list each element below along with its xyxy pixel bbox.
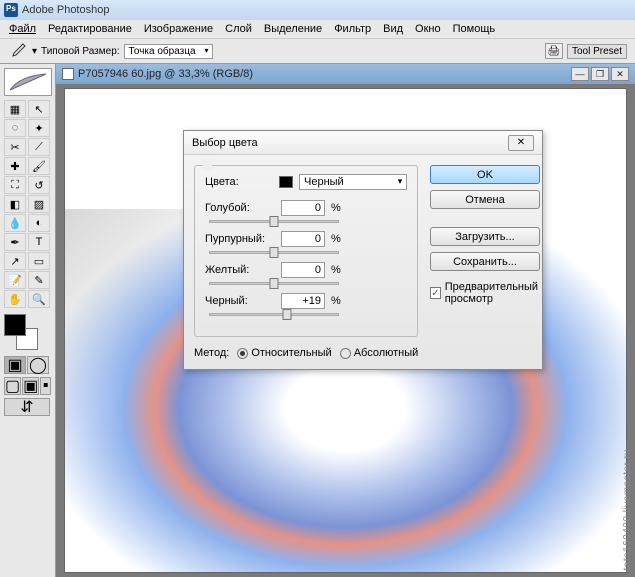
eyedropper-tool-icon[interactable]: [8, 42, 28, 60]
cyan-input[interactable]: [281, 200, 325, 216]
yellow-label: Желтый:: [205, 264, 275, 276]
method-absolute-radio[interactable]: Абсолютный: [340, 347, 419, 359]
toolbox: ▦ ↖ ◌ ✦ ✂ ⟋ ✚ 🖌 ⛶ ↺ ◧ ▨ 💧 ◐ ✒ T ↗ ▭ 📝 ✎ …: [0, 64, 56, 577]
dialog-close-button[interactable]: ✕: [508, 135, 534, 151]
magenta-label: Пурпурный:: [205, 233, 275, 245]
brush-tool[interactable]: 🖌: [28, 157, 50, 175]
menu-view[interactable]: Вид: [378, 23, 408, 35]
method-relative-radio[interactable]: Относительный: [237, 347, 331, 359]
wand-tool[interactable]: ✦: [28, 119, 50, 137]
current-tool-preview: [4, 68, 52, 96]
dodge-tool[interactable]: ◐: [28, 214, 50, 232]
document-icon: [62, 68, 74, 80]
pen-tool[interactable]: ✒: [4, 233, 26, 251]
app-titlebar: Adobe Photoshop: [0, 0, 635, 20]
tool-preset-button[interactable]: Tool Preset: [567, 44, 627, 59]
black-input[interactable]: [281, 293, 325, 309]
menu-select[interactable]: Выделение: [259, 23, 327, 35]
crop-tool[interactable]: ✂: [4, 138, 26, 156]
move-tool[interactable]: ▦: [4, 100, 26, 118]
jump-to-button[interactable]: ⇵: [4, 398, 50, 416]
close-button[interactable]: ✕: [611, 67, 629, 81]
cancel-button[interactable]: Отмена: [430, 190, 539, 209]
black-label: Черный:: [205, 295, 275, 307]
sample-mode-dropdown[interactable]: Точка образца▾: [124, 44, 213, 59]
healing-tool[interactable]: ✚: [4, 157, 26, 175]
black-slider[interactable]: [209, 313, 339, 316]
menu-image[interactable]: Изображение: [139, 23, 218, 35]
foreground-color[interactable]: [4, 314, 26, 336]
save-button[interactable]: Сохранить...: [430, 252, 539, 271]
maximize-button[interactable]: ❐: [591, 67, 609, 81]
load-button[interactable]: Загрузить...: [430, 227, 539, 246]
color-swatches[interactable]: [4, 314, 44, 350]
print-icon[interactable]: 🖨: [545, 43, 563, 59]
path-tool[interactable]: ↗: [4, 252, 26, 270]
menu-layer[interactable]: Слой: [220, 23, 257, 35]
menu-filter[interactable]: Фильтр: [329, 23, 376, 35]
eraser-tool[interactable]: ◧: [4, 195, 26, 213]
menu-file[interactable]: Файл: [4, 23, 41, 35]
standard-mode-button[interactable]: ▣: [4, 356, 26, 374]
color-swatch-icon: [279, 176, 293, 188]
history-brush-tool[interactable]: ↺: [28, 176, 50, 194]
method-label: Метод:: [194, 347, 229, 359]
yellow-slider[interactable]: [209, 282, 339, 285]
watermark: tata160400.livemaster.ru: [622, 449, 633, 571]
magenta-input[interactable]: [281, 231, 325, 247]
shape-tool[interactable]: ▭: [28, 252, 50, 270]
preview-checkbox[interactable]: ✓: [430, 287, 440, 299]
colors-dropdown[interactable]: Черный: [299, 174, 407, 190]
photoshop-icon: [4, 3, 18, 17]
eyedropper-tool[interactable]: ✎: [28, 271, 50, 289]
selective-color-dialog: Выбор цвета ✕ Цвета: Черный Голубой: %: [183, 130, 543, 370]
options-bar: ▾ Типовой Размер: Точка образца▾ 🖨 Tool …: [0, 38, 635, 64]
slice-tool[interactable]: ⟋: [28, 138, 50, 156]
colors-fieldset: Цвета: Черный Голубой: % Пурпурный:: [194, 165, 418, 337]
gradient-tool[interactable]: ▨: [28, 195, 50, 213]
screen-mode-3[interactable]: ▪: [40, 377, 51, 395]
menu-edit[interactable]: Редактирование: [43, 23, 137, 35]
dialog-title-text: Выбор цвета: [192, 137, 258, 149]
menu-help[interactable]: Помощь: [448, 23, 501, 35]
blur-tool[interactable]: 💧: [4, 214, 26, 232]
app-title: Adobe Photoshop: [22, 4, 109, 16]
type-tool[interactable]: T: [28, 233, 50, 251]
dialog-titlebar[interactable]: Выбор цвета ✕: [184, 131, 542, 155]
stamp-tool[interactable]: ⛶: [4, 176, 26, 194]
colors-label: Цвета:: [205, 176, 275, 188]
quickmask-mode-button[interactable]: ◯: [27, 356, 49, 374]
menu-window[interactable]: Окно: [410, 23, 446, 35]
screen-mode-2[interactable]: ▣: [22, 377, 39, 395]
yellow-input[interactable]: [281, 262, 325, 278]
hand-tool[interactable]: ✋: [4, 290, 26, 308]
cyan-slider[interactable]: [209, 220, 339, 223]
notes-tool[interactable]: 📝: [4, 271, 26, 289]
marquee-tool[interactable]: ↖: [28, 100, 50, 118]
lasso-tool[interactable]: ◌: [4, 119, 26, 137]
document-title: P7057946 60.jpg @ 33,3% (RGB/8): [78, 68, 253, 80]
ok-button[interactable]: OK: [430, 165, 539, 184]
menu-bar: Файл Редактирование Изображение Слой Выд…: [0, 20, 635, 38]
preview-label: Предварительный просмотр: [445, 281, 540, 305]
zoom-tool[interactable]: 🔍: [28, 290, 50, 308]
document-tab: P7057946 60.jpg @ 33,3% (RGB/8) — ❐ ✕: [56, 64, 635, 84]
screen-mode-1[interactable]: ▢: [4, 377, 21, 395]
cyan-label: Голубой:: [205, 202, 275, 214]
minimize-button[interactable]: —: [571, 67, 589, 81]
magenta-slider[interactable]: [209, 251, 339, 254]
options-size-label: Типовой Размер:: [41, 46, 120, 57]
